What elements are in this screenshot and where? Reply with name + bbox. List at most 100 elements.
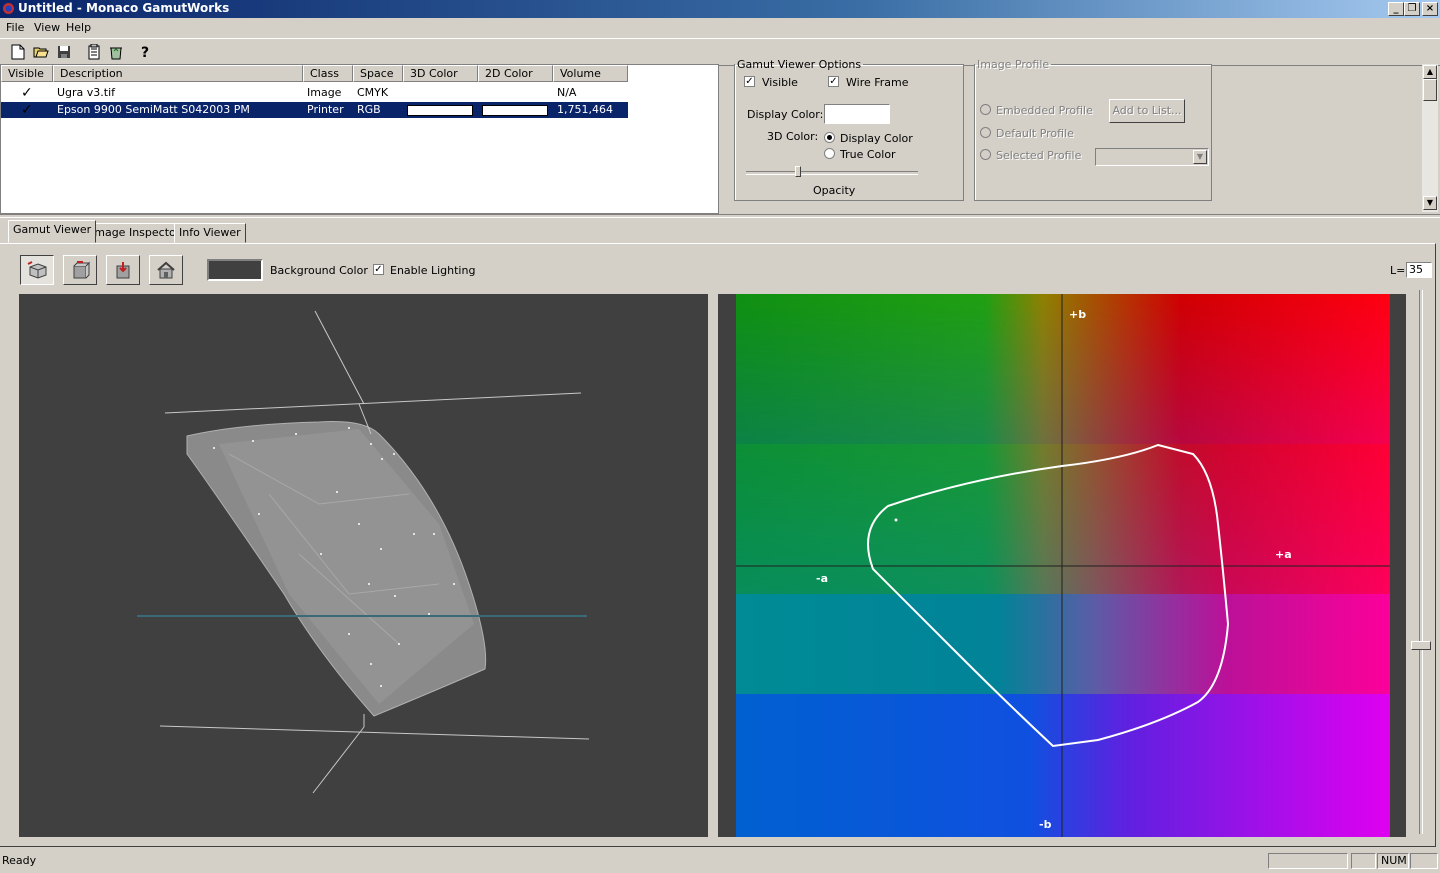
visible-label: Visible xyxy=(762,76,798,89)
close-button[interactable]: × xyxy=(1422,2,1438,16)
opacity-slider-track[interactable] xyxy=(746,171,918,175)
l-value-input[interactable]: 35 xyxy=(1406,262,1432,278)
wireframe-label: Wire Frame xyxy=(846,76,909,89)
plus-a-label: +a xyxy=(1275,548,1292,561)
row-volume: 1,751,464 xyxy=(557,103,613,116)
menu-file[interactable]: File xyxy=(6,21,24,34)
status-bar: Ready NUM xyxy=(0,850,1440,873)
menu-bar: File View Help xyxy=(0,18,1440,38)
scroll-up-icon[interactable]: ▲ xyxy=(1423,65,1437,79)
svg-text:?: ? xyxy=(141,45,149,60)
menu-help[interactable]: Help xyxy=(66,21,91,34)
col-header-description[interactable]: Description xyxy=(53,65,303,82)
scroll-thumb[interactable] xyxy=(1423,79,1437,101)
col-header-2d-color[interactable]: 2D Color xyxy=(478,65,553,82)
gamut-3d-render xyxy=(137,310,590,794)
opacity-slider-thumb[interactable] xyxy=(795,166,801,177)
properties-button[interactable] xyxy=(84,42,104,62)
l-value-label: L= xyxy=(1390,264,1406,277)
tab-info-viewer[interactable]: Info Viewer xyxy=(174,223,246,243)
visible-checkmark[interactable]: ✓ xyxy=(21,102,33,118)
true-color-radio-label: True Color xyxy=(840,148,896,161)
gamut-2d-viewer[interactable]: +b -b +a -a xyxy=(718,294,1406,837)
selected-profile-radio[interactable] xyxy=(980,149,991,160)
new-file-icon xyxy=(11,44,25,60)
cube-zoom-icon xyxy=(116,262,130,279)
row-3d-color-swatch[interactable] xyxy=(407,105,473,116)
new-file-button[interactable] xyxy=(8,42,28,62)
scroll-down-icon[interactable]: ▼ xyxy=(1423,196,1437,210)
status-text: Ready xyxy=(2,854,37,867)
opacity-label: Opacity xyxy=(813,184,856,197)
l-slider-thumb[interactable] xyxy=(1411,641,1431,650)
add-to-list-button[interactable]: Add to List... xyxy=(1109,99,1185,123)
row-description: Epson 9900 SemiMatt S042003 PM xyxy=(57,103,250,116)
row-class: Printer xyxy=(307,103,344,116)
selected-profile-label: Selected Profile xyxy=(996,149,1082,162)
col-header-class[interactable]: Class xyxy=(303,65,353,82)
display-color-radio[interactable] xyxy=(824,132,835,143)
save-button[interactable] xyxy=(54,42,74,62)
background-color-swatch[interactable] xyxy=(207,259,263,281)
list-row[interactable]: ✓ Ugra v3.tif Image CMYK N/A xyxy=(1,85,628,101)
restore-button[interactable]: ❐ xyxy=(1404,2,1420,16)
col-header-3d-color[interactable]: 3D Color xyxy=(403,65,478,82)
row-class: Image xyxy=(307,86,342,99)
rotate-view-button[interactable] xyxy=(20,255,54,285)
home-view-button[interactable] xyxy=(149,255,183,285)
folder-open-icon xyxy=(33,47,49,58)
minus-b-label: -b xyxy=(1039,818,1052,831)
visible-checkmark[interactable]: ✓ xyxy=(21,85,33,101)
floppy-disk-icon xyxy=(58,46,70,58)
help-button[interactable]: ? xyxy=(135,42,155,62)
tab-gamut-viewer[interactable]: Gamut Viewer xyxy=(8,220,97,243)
open-file-button[interactable] xyxy=(31,42,51,62)
list-row-selected[interactable]: ✓ Epson 9900 SemiMatt S042003 PM Printer… xyxy=(1,102,628,118)
title-bar: Untitled - Monaco GamutWorks _ ❐ × xyxy=(0,0,1440,18)
status-pane xyxy=(1351,853,1376,869)
pan-view-button[interactable] xyxy=(63,255,97,285)
display-color-label: Display Color: xyxy=(747,108,824,121)
enable-lighting-checkbox[interactable]: ✓ xyxy=(373,264,384,275)
col-header-volume[interactable]: Volume xyxy=(553,65,628,82)
cube-rotate-icon xyxy=(27,261,47,279)
gamut-3d-viewer[interactable] xyxy=(19,294,708,837)
cube-pan-icon xyxy=(73,261,91,279)
group-label: Gamut Viewer Options xyxy=(737,58,862,71)
row-space: RGB xyxy=(357,103,381,116)
recycle-bin-icon xyxy=(110,47,122,60)
row-2d-color-swatch[interactable] xyxy=(482,105,548,116)
3d-color-label: 3D Color: xyxy=(767,130,819,143)
background-color-label: Background Color xyxy=(270,264,368,277)
enable-lighting-label: Enable Lighting xyxy=(390,264,476,277)
minimize-button[interactable]: _ xyxy=(1388,2,1404,16)
main-toolbar: ? xyxy=(0,38,1440,66)
wireframe-checkbox[interactable]: ✓ xyxy=(828,76,839,87)
embedded-profile-radio[interactable] xyxy=(980,104,991,115)
col-header-space[interactable]: Space xyxy=(353,65,403,82)
gamut-list: Visible Description Class Space 3D Color… xyxy=(0,64,719,214)
true-color-radio[interactable] xyxy=(824,148,835,159)
chevron-down-icon[interactable]: ▼ xyxy=(1193,150,1207,164)
recycle-button[interactable] xyxy=(106,42,126,62)
window-title: Untitled - Monaco GamutWorks xyxy=(18,1,230,15)
options-panel: Gamut Viewer Options ✓ Visible ✓ Wire Fr… xyxy=(722,58,1440,212)
row-description: Ugra v3.tif xyxy=(57,86,116,99)
help-question-icon: ? xyxy=(141,45,149,60)
default-profile-radio[interactable] xyxy=(980,127,991,138)
visible-checkbox[interactable]: ✓ xyxy=(744,76,755,87)
profile-dropdown[interactable]: ▼ xyxy=(1095,148,1209,166)
group-label: Image Profile xyxy=(977,58,1050,71)
document-list-icon xyxy=(88,44,100,60)
zoom-view-button[interactable] xyxy=(106,255,140,285)
embedded-profile-label: Embedded Profile xyxy=(996,104,1093,117)
display-color-swatch[interactable] xyxy=(824,104,890,124)
l-slider[interactable] xyxy=(1410,286,1432,838)
tab-image-inspector[interactable]: Image Inspector xyxy=(86,223,186,243)
l-slider-track[interactable] xyxy=(1419,290,1423,834)
default-profile-label: Default Profile xyxy=(996,127,1074,140)
app-icon xyxy=(3,3,14,14)
options-scrollbar[interactable]: ▲ ▼ xyxy=(1422,64,1438,212)
col-header-visible[interactable]: Visible xyxy=(1,65,53,82)
menu-view[interactable]: View xyxy=(34,21,60,34)
